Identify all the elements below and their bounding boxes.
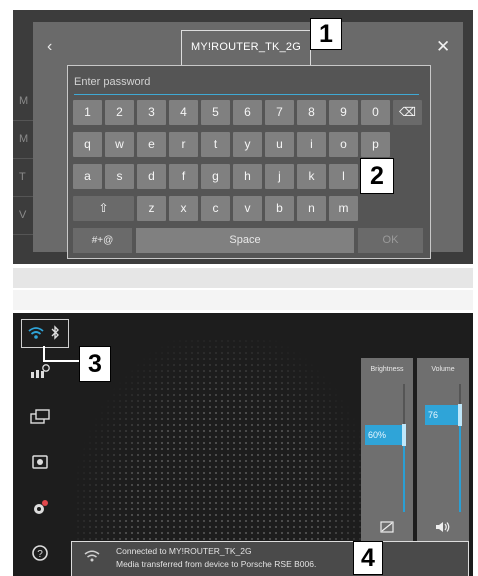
brightness-icon xyxy=(361,521,413,536)
wifi-icon xyxy=(28,327,44,339)
key-c[interactable]: c xyxy=(201,196,230,221)
callout-1: 1 xyxy=(310,18,342,50)
back-button[interactable]: ‹ xyxy=(47,38,52,56)
shift-key[interactable]: ⇧ xyxy=(73,196,134,221)
separator-band xyxy=(13,268,473,288)
wifi-icon xyxy=(84,550,100,562)
brightness-value: 60% xyxy=(365,425,404,446)
key-d[interactable]: d xyxy=(137,164,166,189)
key-b[interactable]: b xyxy=(265,196,294,221)
key-f[interactable]: f xyxy=(169,164,198,189)
callout-2: 2 xyxy=(360,158,394,194)
key-6[interactable]: 6 xyxy=(233,100,262,125)
key-p[interactable]: p xyxy=(361,132,390,157)
key-k[interactable]: k xyxy=(297,164,326,189)
camera-icon[interactable] xyxy=(28,454,52,476)
brightness-track-fill xyxy=(403,435,405,512)
key-7[interactable]: 7 xyxy=(265,100,294,125)
key-n[interactable]: n xyxy=(297,196,326,221)
key-x[interactable]: x xyxy=(169,196,198,221)
key-t[interactable]: t xyxy=(201,132,230,157)
key-h[interactable]: h xyxy=(233,164,262,189)
key-0[interactable]: 0 xyxy=(361,100,390,125)
callout-4: 4 xyxy=(353,541,383,575)
notification-message: Media transferred from device to Porsche… xyxy=(116,559,317,569)
brightness-slider[interactable]: Brightness 60% xyxy=(361,358,413,543)
key-m[interactable]: m xyxy=(329,196,358,221)
callout-3: 3 xyxy=(79,346,111,382)
dot-grid-background xyxy=(75,338,375,548)
key-a[interactable]: a xyxy=(73,164,102,189)
separator-band xyxy=(13,290,473,310)
callout-3-leader xyxy=(43,360,81,362)
status-icons xyxy=(21,319,69,348)
volume-label: Volume xyxy=(431,366,455,373)
key-g[interactable]: g xyxy=(201,164,230,189)
help-icon[interactable]: ? xyxy=(28,544,52,566)
svg-text:?: ? xyxy=(37,549,43,560)
key-3[interactable]: 3 xyxy=(137,100,166,125)
space-key[interactable]: Space xyxy=(136,228,354,253)
connection-notification[interactable]: Connected to MY!ROUTER_TK_2G Media trans… xyxy=(71,541,469,576)
key-e[interactable]: e xyxy=(137,132,166,157)
password-dialog: ‹ MY!ROUTER_TK_2G ✕ Enter password 1 2 3… xyxy=(33,22,463,259)
key-o[interactable]: o xyxy=(329,132,358,157)
key-i[interactable]: i xyxy=(297,132,326,157)
media-icon[interactable] xyxy=(28,363,52,385)
settings-icon[interactable] xyxy=(28,499,52,521)
screens-icon[interactable] xyxy=(28,409,52,431)
key-y[interactable]: y xyxy=(233,132,262,157)
network-name-box: MY!ROUTER_TK_2G xyxy=(181,30,311,68)
ok-key[interactable]: OK xyxy=(358,228,423,253)
key-l[interactable]: l xyxy=(329,164,358,189)
key-z[interactable]: z xyxy=(137,196,166,221)
key-4[interactable]: 4 xyxy=(169,100,198,125)
key-1[interactable]: 1 xyxy=(73,100,102,125)
volume-slider[interactable]: Volume 76 xyxy=(417,358,469,543)
notification-title: Connected to MY!ROUTER_TK_2G xyxy=(116,546,252,556)
bluetooth-icon xyxy=(51,325,59,340)
volume-handle[interactable] xyxy=(458,403,462,426)
backspace-key[interactable]: ⌫ xyxy=(393,100,422,125)
key-s[interactable]: s xyxy=(105,164,134,189)
key-5[interactable]: 5 xyxy=(201,100,230,125)
brightness-handle[interactable] xyxy=(402,424,406,447)
key-2[interactable]: 2 xyxy=(105,100,134,125)
volume-track-fill xyxy=(459,414,461,512)
symbols-key[interactable]: #+@ xyxy=(73,228,132,253)
brightness-label: Brightness xyxy=(370,366,404,373)
key-8[interactable]: 8 xyxy=(297,100,326,125)
wifi-password-panel: M M T V ‹ MY!ROUTER_TK_2G ✕ Enter passwo… xyxy=(13,10,473,264)
key-u[interactable]: u xyxy=(265,132,294,157)
close-button[interactable]: ✕ xyxy=(436,37,450,57)
key-w[interactable]: w xyxy=(105,132,134,157)
key-j[interactable]: j xyxy=(265,164,294,189)
key-q[interactable]: q xyxy=(73,132,102,157)
key-9[interactable]: 9 xyxy=(329,100,358,125)
volume-value: 76 xyxy=(425,404,460,425)
key-r[interactable]: r xyxy=(169,132,198,157)
speaker-icon xyxy=(417,521,469,536)
key-v[interactable]: v xyxy=(233,196,262,221)
network-name: MY!ROUTER_TK_2G xyxy=(191,41,301,53)
password-input[interactable]: Enter password xyxy=(74,72,419,95)
